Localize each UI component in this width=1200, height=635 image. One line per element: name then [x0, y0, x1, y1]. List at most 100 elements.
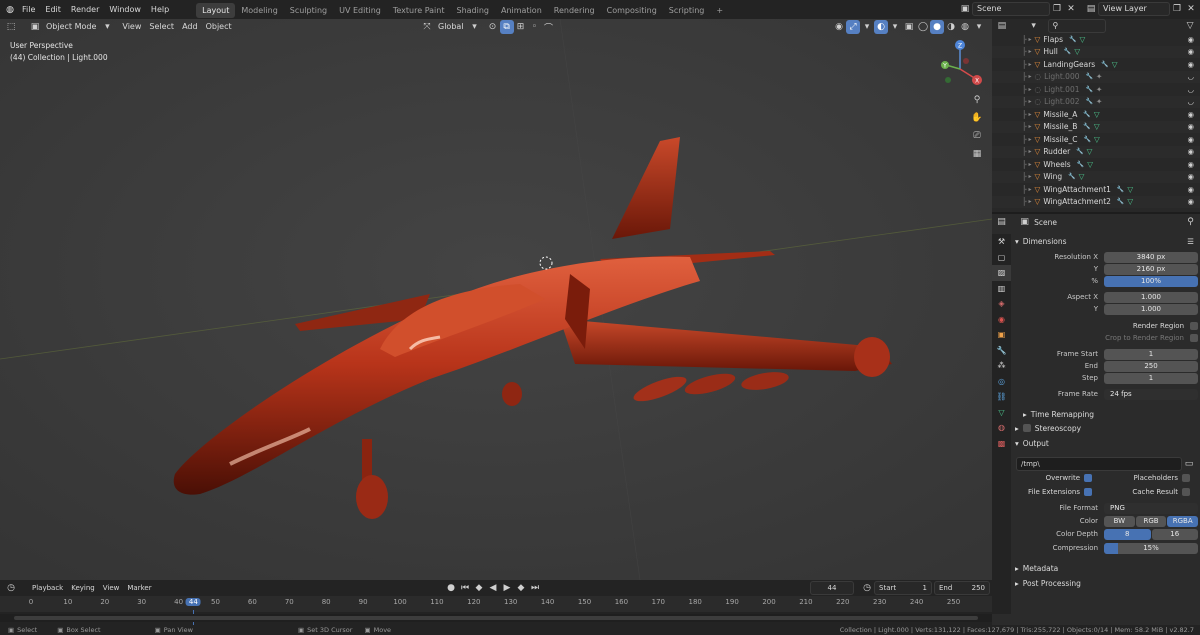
render-region-checkbox[interactable] [1190, 322, 1198, 331]
outliner-row[interactable]: ┣ ▸ ◌ Light.000 🔧 ✦ ◡ [992, 70, 1200, 83]
eye-icon[interactable]: ◉ [1187, 135, 1194, 144]
resolution-pct-field[interactable]: 100% [1104, 275, 1198, 287]
view-layer-tab-icon[interactable]: ▥ [992, 281, 1011, 297]
gizmo-dropdown-icon[interactable]: ▾ [860, 20, 874, 34]
menu-edit[interactable]: Edit [40, 0, 66, 19]
display-mode-icon[interactable]: ▾ [1028, 19, 1040, 33]
scene-selector[interactable]: Scene [972, 2, 1050, 16]
gizmo-toggle-icon[interactable]: ⤢ [846, 20, 860, 34]
outliner-row[interactable]: ┣ ▸ ▽ Missile_A 🔧 ▽ ◉ [992, 108, 1200, 121]
output-panel-header[interactable]: ▾ Output [1011, 436, 1200, 450]
output-path-input[interactable]: /tmp\ [1016, 457, 1182, 471]
expand-icon[interactable]: ▸ [1029, 98, 1032, 105]
time-remapping-header[interactable]: ▸ Time Remapping [1011, 407, 1200, 421]
outliner-row[interactable]: ┣ ▸ ▽ WingAttachment1 🔧 ▽ ◉ [992, 183, 1200, 196]
data-tab-icon[interactable]: ▽ [992, 405, 1011, 421]
expand-icon[interactable]: ▸ [1029, 148, 1032, 155]
dimensions-panel-header[interactable]: ▾ Dimensions ☰ [1011, 234, 1200, 248]
cache-result-checkbox[interactable] [1182, 488, 1190, 497]
transform-orientation-icon[interactable]: ⤧ [420, 20, 434, 34]
filter-icon[interactable]: ▽ [1184, 19, 1196, 33]
jump-end-icon[interactable]: ⏭ [528, 581, 542, 595]
start-frame-field[interactable]: Start 1 [874, 581, 932, 595]
tab-scripting[interactable]: Scripting [663, 3, 711, 18]
eye-icon[interactable]: ◉ [1187, 110, 1194, 119]
outliner-row[interactable]: ┣ ▸ ◌ Light.001 🔧 ✦ ◡ [992, 83, 1200, 96]
resolution-y-field[interactable]: 2160 px [1104, 263, 1198, 275]
timeline-menu-keying[interactable]: Keying [67, 581, 99, 595]
texture-tab-icon[interactable]: ▩ [992, 436, 1011, 452]
zoom-icon[interactable]: ⚲ [970, 93, 984, 107]
menu-render[interactable]: Render [66, 0, 104, 19]
expand-icon[interactable]: ▸ [1029, 61, 1032, 68]
visibility-icon[interactable]: ◉ [832, 20, 846, 34]
outliner-row[interactable]: ┣ ▸ ▽ Hull 🔧 ▽ ◉ [992, 45, 1200, 58]
outliner-row[interactable]: ┣ ▸ ▽ Rudder 🔧 ▽ ◉ [992, 145, 1200, 158]
file-format-dropdown[interactable]: PNG [1104, 502, 1198, 514]
expand-icon[interactable]: ▸ [1029, 111, 1032, 118]
expand-icon[interactable]: ▸ [1029, 36, 1032, 43]
viewport-scene[interactable] [0, 19, 992, 580]
prev-keyframe-icon[interactable]: ◆ [472, 581, 486, 595]
tool-tab-icon[interactable]: ⚒ [992, 234, 1011, 250]
eye-icon[interactable]: ◉ [1187, 122, 1194, 131]
tab-animation[interactable]: Animation [495, 3, 548, 18]
navigation-gizmo[interactable]: Z X Y [936, 37, 986, 97]
record-icon[interactable]: ● [444, 581, 458, 595]
view-layer-selector[interactable]: View Layer [1098, 2, 1170, 16]
end-frame-field[interactable]: End 250 [934, 581, 990, 595]
placeholders-checkbox[interactable] [1182, 474, 1190, 483]
delete-view-layer-icon[interactable]: ✕ [1184, 2, 1198, 16]
falloff-icon[interactable]: ⌒ [542, 20, 556, 34]
stereoscopy-checkbox[interactable] [1022, 424, 1031, 432]
world-tab-icon[interactable]: ◉ [992, 312, 1011, 328]
eye-icon[interactable]: ◉ [1187, 47, 1194, 56]
aspect-y-field[interactable]: 1.000 [1104, 303, 1198, 315]
expand-icon[interactable]: ▸ [1029, 173, 1032, 180]
expand-icon[interactable]: ▸ [1029, 161, 1032, 168]
color-mode-rgb[interactable]: RGB [1135, 515, 1167, 527]
frame-start-field[interactable]: 1 [1104, 348, 1198, 360]
eye-icon[interactable]: ◉ [1187, 35, 1194, 44]
expand-icon[interactable]: ▸ [1029, 48, 1032, 55]
proportional-edit-icon[interactable]: ◦ [528, 20, 542, 34]
object-mode-dropdown[interactable]: Object Mode [42, 20, 100, 34]
pivot-icon[interactable]: ⊙ [486, 20, 500, 34]
hidden-eye-icon[interactable]: ◡ [1187, 85, 1194, 94]
material-shading-icon[interactable]: ◑ [944, 20, 958, 34]
camera-icon[interactable]: ⎚ [970, 129, 984, 143]
hidden-eye-icon[interactable]: ◡ [1187, 97, 1194, 106]
timeline-editor-icon[interactable]: ◷ [4, 581, 18, 595]
eye-icon[interactable]: ◉ [1187, 172, 1194, 181]
eye-icon[interactable]: ◉ [1187, 60, 1194, 69]
eye-icon[interactable]: ◉ [1187, 185, 1194, 194]
outliner-row[interactable]: ┣ ▸ ▽ Missile_C 🔧 ▽ ◉ [992, 133, 1200, 146]
copy-view-layer-icon[interactable]: ❐ [1170, 2, 1184, 16]
resolution-x-field[interactable]: 3840 px [1104, 251, 1198, 263]
menu-file[interactable]: File [17, 0, 40, 19]
file-extensions-checkbox[interactable] [1084, 488, 1092, 497]
clock-icon[interactable]: ◷ [860, 581, 874, 595]
menu-window[interactable]: Window [104, 0, 146, 19]
crop-checkbox[interactable] [1190, 334, 1198, 343]
particles-tab-icon[interactable]: ⁂ [992, 358, 1011, 374]
modifier-tab-icon[interactable]: 🔧 [992, 343, 1011, 359]
eye-icon[interactable]: ◉ [1187, 197, 1194, 206]
solid-shading-icon[interactable]: ● [930, 20, 944, 34]
scrollbar-thumb[interactable] [14, 616, 978, 620]
blender-logo-icon[interactable]: ◍ [3, 3, 17, 17]
orientation-dropdown[interactable]: Global [434, 20, 468, 34]
post-processing-header[interactable]: ▸ Post Processing [1011, 576, 1200, 590]
outliner-row[interactable]: ┣ ▸ ▽ WingAttachment2 🔧 ▽ ◉ [992, 195, 1200, 208]
overwrite-checkbox[interactable] [1084, 474, 1092, 483]
play-icon[interactable]: ▶ [500, 581, 514, 595]
frame-ruler[interactable]: 0 10 20 30 40 44 50 60 70 80 90 100 110 120 130 140 150 1… [0, 596, 992, 630]
snap-icon[interactable]: ⧉ [499, 20, 514, 34]
tab-uv-editing[interactable]: UV Editing [333, 3, 387, 18]
tab-texture-paint[interactable]: Texture Paint [387, 3, 451, 18]
physics-tab-icon[interactable]: ◎ [992, 374, 1011, 390]
timeline-menu-view[interactable]: View [99, 581, 124, 595]
next-keyframe-icon[interactable]: ◆ [514, 581, 528, 595]
expand-icon[interactable]: ▸ [1029, 186, 1032, 193]
wireframe-shading-icon[interactable]: ◯ [916, 20, 930, 34]
